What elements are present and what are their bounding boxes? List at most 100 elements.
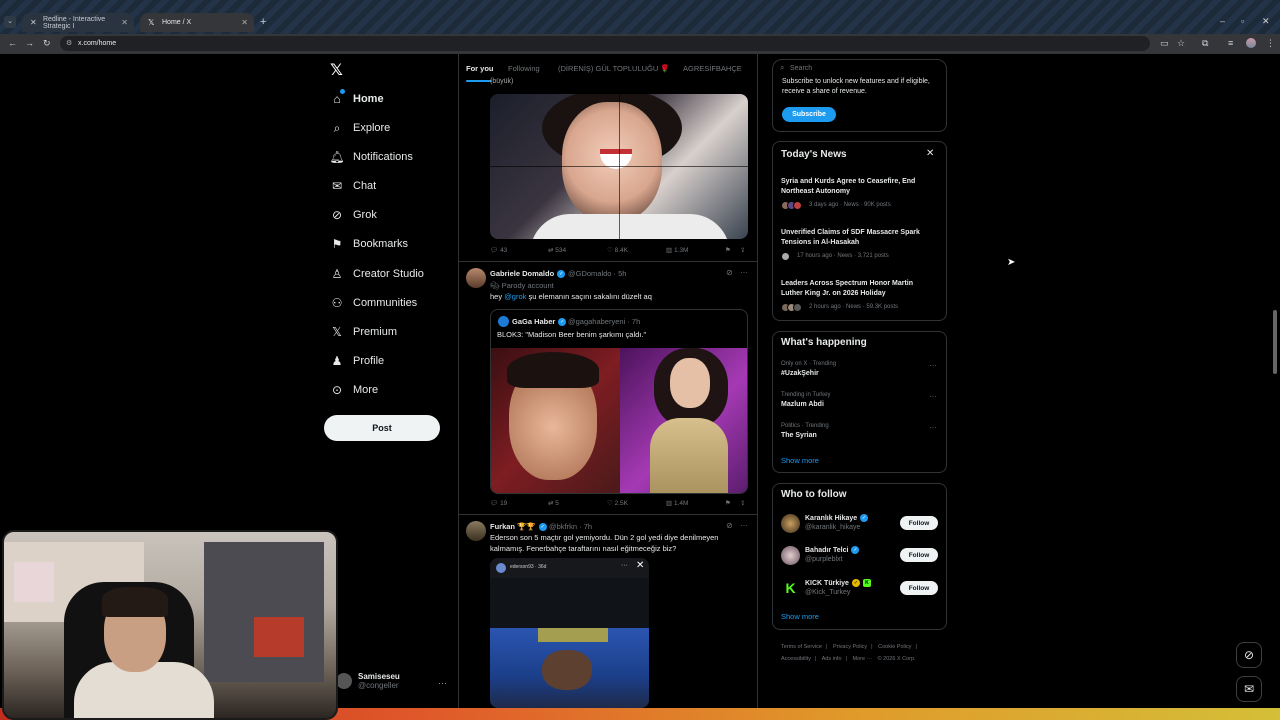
- grok-explain-icon[interactable]: ⊘: [726, 521, 733, 530]
- follow-button[interactable]: Follow: [900, 548, 938, 562]
- post-button[interactable]: Post: [324, 415, 440, 441]
- bookmark-icon[interactable]: ⚑: [725, 246, 731, 254]
- tab-search-button[interactable]: ⌄: [4, 16, 16, 28]
- post-author-name[interactable]: Furkan 🏆🏆 ✓: [490, 522, 547, 532]
- site-info-icon[interactable]: ⚙: [66, 39, 72, 47]
- account-switcher[interactable]: Samiseseu @congeller: [336, 672, 400, 690]
- browser-menu-icon[interactable]: ⋮: [1266, 38, 1275, 49]
- trend-name[interactable]: #UzakŞehir: [781, 370, 819, 377]
- news-headline[interactable]: Unverified Claims of SDF Massacre Spark …: [781, 228, 936, 247]
- account-more-icon[interactable]: ···: [438, 678, 447, 688]
- nav-bookmarks[interactable]: ⚑ Bookmarks: [330, 233, 408, 255]
- minimize-icon[interactable]: –: [1220, 16, 1225, 26]
- views-button[interactable]: ▥ 1.3M: [666, 246, 688, 254]
- trend-more-icon[interactable]: ···: [929, 423, 937, 432]
- nav-premium[interactable]: 𝕏 Premium: [330, 321, 397, 343]
- close-tab-icon[interactable]: ✕: [241, 18, 248, 27]
- like-button[interactable]: ♡ 8.4K: [607, 246, 628, 254]
- post-author-handle[interactable]: @bkfrkn · 7h: [549, 522, 592, 531]
- post-author-name[interactable]: Gabriele Domaldo ✓: [490, 269, 566, 279]
- close-tab-icon[interactable]: ✕: [121, 18, 128, 27]
- trend-more-icon[interactable]: ···: [929, 392, 937, 401]
- forward-icon[interactable]: →: [25, 38, 34, 48]
- share-icon[interactable]: ⇪: [740, 246, 745, 254]
- follow-show-more-link[interactable]: Show more: [781, 612, 819, 621]
- grok-icon[interactable]: ⊘: [1236, 642, 1262, 668]
- tab-following[interactable]: Following: [508, 64, 540, 73]
- share-icon[interactable]: ⇪: [740, 499, 745, 507]
- extensions-icon[interactable]: ⧉: [1202, 38, 1208, 49]
- reply-button[interactable]: 💬︎ 43: [490, 246, 507, 254]
- subscribe-button[interactable]: Subscribe: [782, 107, 836, 122]
- avatar[interactable]: [466, 521, 486, 541]
- post-image[interactable]: [490, 94, 748, 239]
- kick-logo-icon[interactable]: K: [781, 579, 800, 598]
- nav-creator-studio[interactable]: ♙ Creator Studio: [330, 263, 424, 285]
- post-author-handle[interactable]: @GDomaldo · 5h: [568, 269, 626, 278]
- suggested-user-name[interactable]: Bahadır Telci ✓: [805, 546, 860, 554]
- scrollbar-thumb[interactable]: [1273, 310, 1277, 374]
- cast-icon[interactable]: ▭: [1160, 38, 1169, 49]
- back-icon[interactable]: ←: [8, 38, 17, 48]
- views-button[interactable]: ▥ 1.4M: [666, 499, 688, 507]
- nav-explore[interactable]: ⌕ Explore: [330, 117, 391, 139]
- media-icon[interactable]: ≡: [1228, 38, 1233, 48]
- post-more-icon[interactable]: ···: [740, 268, 748, 277]
- mention-link[interactable]: @grok: [504, 292, 526, 301]
- tab-community-gul[interactable]: (DİRENİŞ) GÜL TOPLULUĞU 🌹: [558, 64, 670, 73]
- footer-link[interactable]: Ads info: [822, 656, 842, 662]
- like-button[interactable]: ♡ 2.5K: [607, 499, 628, 507]
- browser-profile-avatar[interactable]: [1246, 38, 1256, 48]
- news-headline[interactable]: Leaders Across Spectrum Honor Martin Lut…: [781, 279, 936, 298]
- footer-link[interactable]: Terms of Service: [781, 644, 822, 650]
- close-window-icon[interactable]: ✕: [1262, 16, 1270, 27]
- footer-link[interactable]: Cookie Policy: [878, 644, 911, 650]
- trend-name[interactable]: Mazlum Abdi: [781, 401, 824, 408]
- embed-more-icon[interactable]: ···: [621, 562, 628, 569]
- quote-image-right[interactable]: [620, 348, 747, 493]
- avatar[interactable]: [781, 546, 800, 565]
- footer-link[interactable]: Accessibility: [781, 656, 811, 662]
- grok-explain-icon[interactable]: ⊘: [726, 268, 733, 277]
- quoted-post[interactable]: GaGa Haber ✓ @gagahaberyeni · 7h BLOK3: "…: [490, 309, 748, 494]
- tab-for-you[interactable]: For you: [466, 64, 494, 73]
- bookmark-icon[interactable]: ⚑: [725, 499, 731, 507]
- nav-notifications[interactable]: 🔔︎ Notifications: [329, 146, 413, 168]
- repost-button[interactable]: ⇄ 5: [548, 499, 559, 507]
- post-more-icon[interactable]: ···: [740, 521, 748, 530]
- close-icon[interactable]: ✕: [926, 148, 934, 159]
- quote-image-left[interactable]: [491, 348, 620, 493]
- nav-grok[interactable]: ⊘ Grok: [330, 204, 377, 226]
- restore-icon[interactable]: ▫: [1241, 16, 1244, 26]
- follow-button[interactable]: Follow: [900, 516, 938, 530]
- reply-button[interactable]: 💬︎ 19: [490, 499, 507, 507]
- nav-more[interactable]: ⊙ More: [330, 379, 378, 401]
- reload-icon[interactable]: ↻: [43, 38, 51, 49]
- avatar[interactable]: [781, 514, 800, 533]
- tab-agresifbahce[interactable]: AGRESİFBAHÇE: [683, 64, 742, 73]
- close-icon[interactable]: ✕: [636, 560, 644, 571]
- avatar[interactable]: [466, 268, 486, 288]
- embedded-video[interactable]: ederson93 · 36d ··· ✕: [490, 558, 649, 708]
- messages-icon[interactable]: ✉: [1236, 676, 1262, 702]
- trend-more-icon[interactable]: ···: [929, 361, 937, 370]
- browser-tab-redline[interactable]: ✕ Redline - Interactive Strategic I ✕: [22, 13, 134, 32]
- nav-chat[interactable]: ✉ Chat: [330, 175, 376, 197]
- scrollbar[interactable]: [1272, 54, 1278, 708]
- nav-home[interactable]: ⌂ Home: [330, 88, 383, 110]
- suggested-user-name[interactable]: KICK Türkiye ✓ K: [805, 579, 871, 587]
- new-tab-icon[interactable]: +: [260, 16, 266, 28]
- suggested-user-name[interactable]: Karanlık Hikaye ✓: [805, 514, 869, 522]
- footer-link[interactable]: More ···: [852, 656, 872, 662]
- news-headline[interactable]: Syria and Kurds Agree to Ceasefire, End …: [781, 177, 936, 196]
- x-logo-icon[interactable]: 𝕏: [330, 60, 343, 80]
- address-bar[interactable]: x.com/home: [60, 36, 1150, 51]
- browser-tab-home-x[interactable]: 𝕏 Home / X ✕: [140, 13, 254, 32]
- trend-name[interactable]: The Syrian: [781, 432, 817, 439]
- bookmark-star-icon[interactable]: ☆: [1177, 38, 1185, 49]
- nav-profile[interactable]: ♟ Profile: [330, 350, 385, 372]
- repost-button[interactable]: ⇄ 534: [548, 246, 566, 254]
- footer-link[interactable]: Privacy Policy: [833, 644, 867, 650]
- nav-communities[interactable]: ⚇ Communities: [330, 292, 418, 314]
- trends-show-more-link[interactable]: Show more: [781, 456, 819, 465]
